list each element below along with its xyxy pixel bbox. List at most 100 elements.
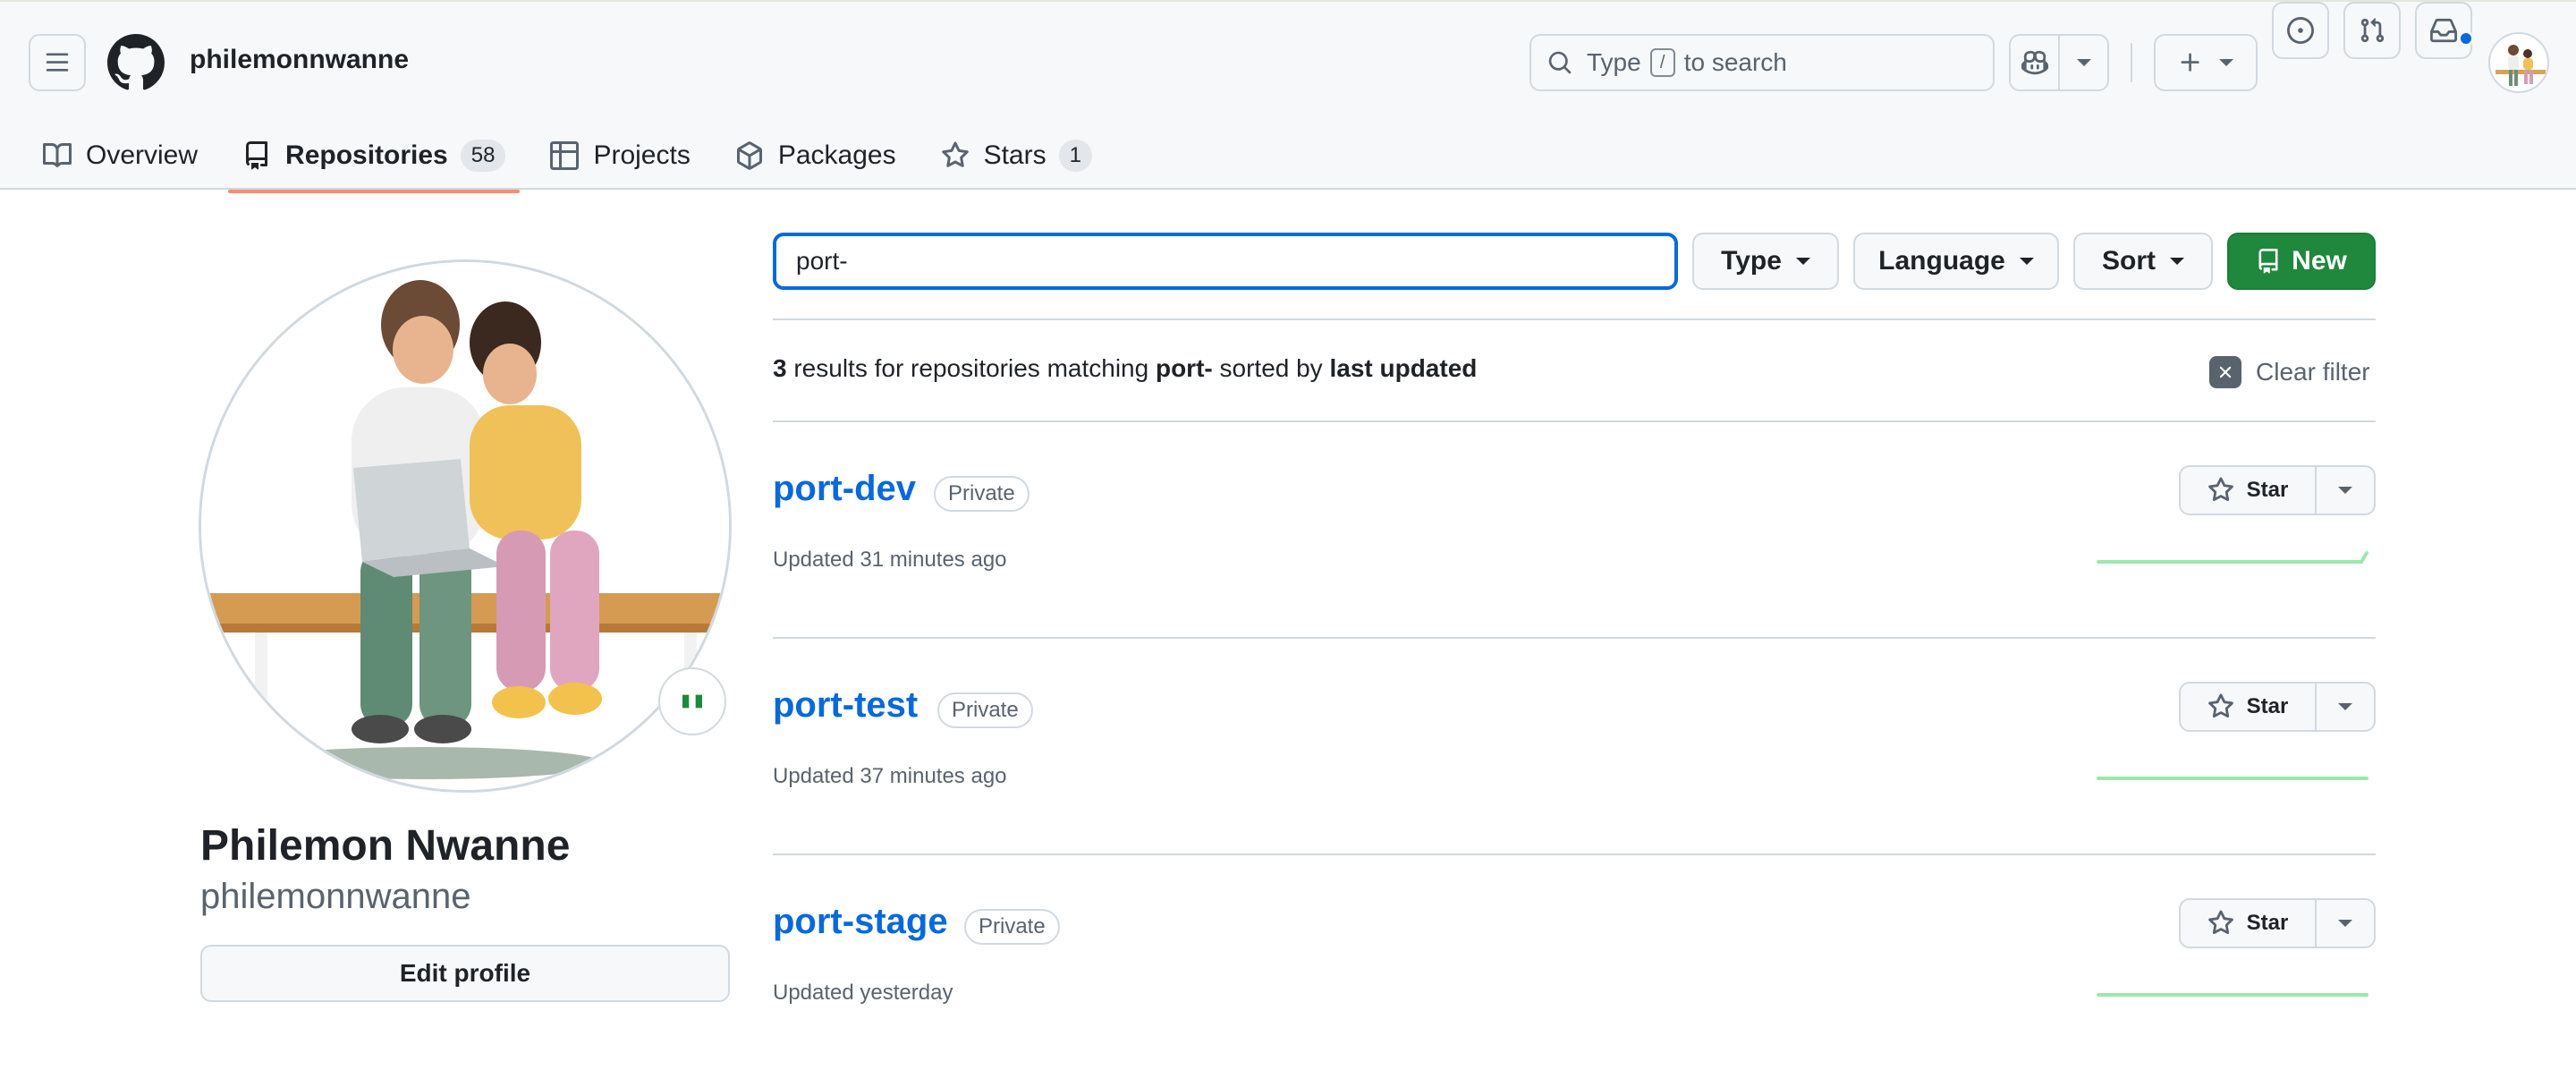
star-lists-dropdown[interactable]	[2317, 467, 2374, 514]
chevron-down-icon	[2338, 920, 2352, 927]
repository-list-item: port-dev Private Updated 31 minutes ago …	[773, 422, 2376, 637]
search-shortcut-key: /	[1649, 48, 1675, 77]
copilot-icon	[2021, 50, 2048, 75]
repository-name-link[interactable]: port-test	[773, 685, 918, 726]
set-status-button[interactable]	[658, 667, 726, 735]
repository-name-link[interactable]: port-dev	[773, 469, 916, 509]
repository-list-item: port-stage Private Updated yesterday Sta…	[773, 855, 2376, 1070]
copilot-dropdown-button[interactable]	[2058, 36, 2107, 89]
activity-sparkline	[2097, 993, 2368, 997]
chevron-down-icon	[2219, 59, 2233, 66]
plus-icon	[2181, 53, 2199, 72]
search-icon	[1548, 51, 1572, 74]
tab-repositories[interactable]: Repositories 58	[228, 120, 521, 193]
package-icon	[736, 141, 762, 170]
repository-search-input[interactable]: port-	[773, 233, 1678, 290]
star-icon	[2207, 693, 2233, 718]
star-button-group: Star	[2179, 465, 2376, 515]
new-repository-label: New	[2292, 246, 2347, 276]
repository-updated-time: Updated 31 minutes ago	[773, 548, 1007, 572]
activity-sparkline	[2097, 777, 2368, 780]
star-button-group: Star	[2179, 682, 2376, 732]
tab-stars-label: Stars	[983, 140, 1046, 170]
copilot-button-group	[2009, 34, 2109, 91]
unread-notification-dot	[2458, 30, 2474, 47]
global-header: philemonnwanne Type / to search Overview…	[0, 0, 2576, 193]
star-label: Star	[2246, 478, 2289, 502]
sort-button[interactable]: Sort	[2073, 233, 2213, 290]
inbox-icon	[2430, 18, 2457, 43]
star-lists-dropdown[interactable]	[2317, 900, 2374, 947]
tab-packages[interactable]: Packages	[721, 120, 911, 191]
language-filter-button[interactable]: Language	[1853, 233, 2059, 290]
star-lists-dropdown[interactable]	[2317, 684, 2374, 730]
tab-overview[interactable]: Overview	[29, 120, 212, 191]
tab-overview-label: Overview	[86, 140, 199, 170]
star-icon	[2207, 477, 2233, 502]
star-icon	[2207, 910, 2233, 935]
stars-count-badge: 1	[1058, 140, 1092, 172]
results-text-2: sorted by	[1212, 354, 1330, 382]
repository-updated-time: Updated yesterday	[773, 981, 953, 1005]
pull-requests-button[interactable]	[2343, 2, 2401, 59]
language-filter-label: Language	[1878, 246, 2005, 276]
chevron-down-icon	[1795, 258, 1810, 265]
new-repository-button[interactable]: New	[2227, 233, 2376, 290]
book-icon	[43, 142, 72, 167]
profile-avatar[interactable]	[199, 259, 732, 793]
activity-sparkline	[2097, 551, 2368, 564]
menu-button[interactable]	[29, 34, 86, 91]
profile-username: philemonnwanne	[200, 877, 471, 916]
repository-list-item: port-test Private Updated 37 minutes ago…	[773, 639, 2376, 853]
git-pull-request-icon	[2360, 18, 2385, 43]
star-icon	[941, 141, 969, 167]
create-new-button[interactable]	[2154, 34, 2258, 91]
hamburger-icon	[46, 53, 69, 72]
divider	[773, 318, 2376, 320]
search-results-summary: 3 results for repositories matching port…	[773, 354, 1477, 383]
visibility-badge: Private	[937, 692, 1033, 728]
visibility-badge: Private	[934, 476, 1030, 512]
type-filter-button[interactable]: Type	[1692, 233, 1839, 290]
sort-label: Sort	[2102, 246, 2156, 276]
global-search-input[interactable]: Type / to search	[1530, 34, 1995, 91]
results-sort: last updated	[1329, 354, 1478, 382]
chevron-down-icon	[2076, 59, 2091, 66]
visibility-badge: Private	[964, 909, 1060, 945]
type-filter-label: Type	[1721, 246, 1782, 276]
avatar-illustration	[201, 262, 729, 790]
repo-icon	[2258, 249, 2278, 274]
profile-tabs: Overview Repositories 58 Projects Packag…	[29, 120, 1123, 193]
star-button[interactable]: Star	[2181, 467, 2317, 514]
results-query: port-	[1155, 354, 1213, 382]
edit-profile-button[interactable]: Edit profile	[200, 945, 730, 1002]
repository-updated-time: Updated 37 minutes ago	[773, 764, 1007, 788]
star-button[interactable]: Star	[2181, 900, 2317, 947]
clear-filter-button[interactable]: Clear filter	[2209, 356, 2370, 388]
header-username[interactable]: philemonnwanne	[190, 45, 409, 75]
github-logo-icon[interactable]	[107, 34, 165, 91]
repo-icon	[246, 141, 268, 170]
tab-repositories-label: Repositories	[285, 140, 448, 170]
tab-projects-label: Projects	[593, 140, 691, 170]
user-avatar-menu[interactable]	[2488, 32, 2549, 93]
clear-filter-label: Clear filter	[2256, 358, 2370, 386]
tab-projects[interactable]: Projects	[536, 120, 704, 191]
tab-stars[interactable]: Stars 1	[927, 120, 1106, 191]
issues-button[interactable]	[2272, 2, 2329, 59]
x-icon	[2209, 356, 2241, 388]
repository-name-link[interactable]: port-stage	[773, 902, 948, 942]
repositories-count-badge: 58	[460, 140, 506, 172]
copilot-button[interactable]	[2011, 36, 2058, 89]
nigeria-flag-icon	[682, 694, 702, 709]
search-placeholder-prefix: Type	[1587, 48, 1641, 76]
star-button[interactable]: Star	[2181, 684, 2317, 730]
search-placeholder-suffix: to search	[1683, 48, 1787, 76]
star-label: Star	[2246, 911, 2289, 935]
chevron-down-icon	[2338, 703, 2352, 710]
issue-opened-icon	[2287, 17, 2314, 44]
chevron-down-icon	[2170, 258, 2184, 265]
tab-packages-label: Packages	[777, 140, 896, 170]
profile-full-name: Philemon Nwanne	[200, 822, 571, 870]
star-label: Star	[2246, 694, 2289, 718]
